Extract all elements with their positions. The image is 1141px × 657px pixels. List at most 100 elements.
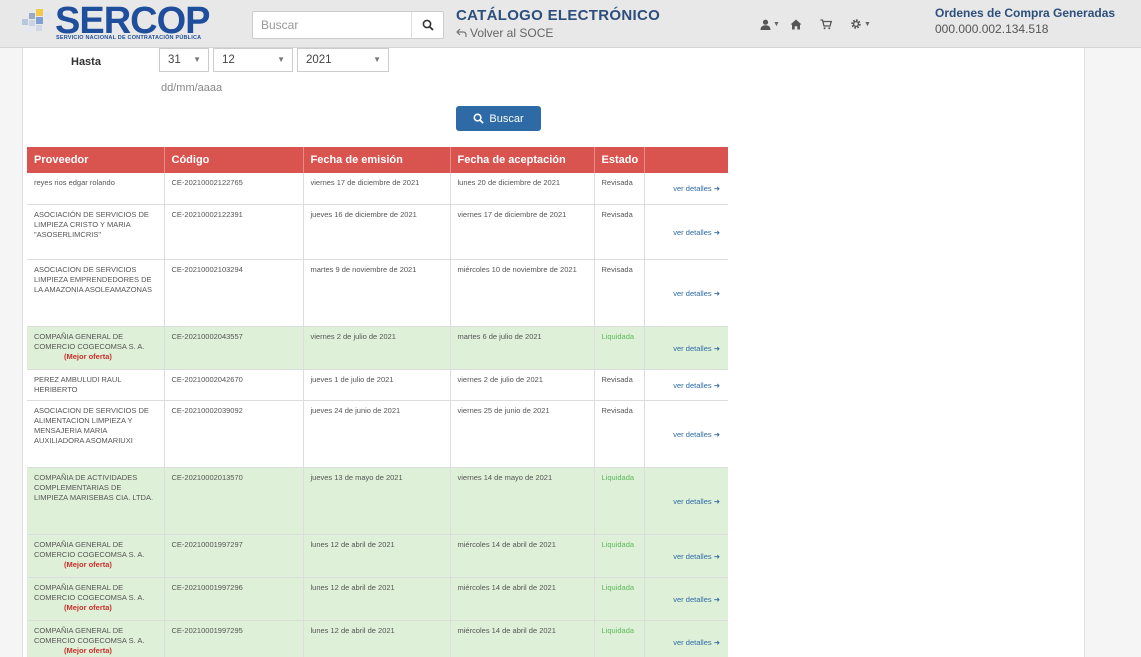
table-row[interactable]: PEREZ AMBULUDI RAUL HERIBERTO CE-20210002… — [27, 369, 728, 401]
cell-estado: Liquidada — [594, 534, 645, 578]
search-input[interactable] — [253, 12, 411, 38]
ver-detalles-link[interactable]: ver detalles ➜ — [673, 595, 720, 604]
cell-codigo: CE-20210002013570 — [164, 467, 304, 535]
cell-estado-text: Liquidada — [601, 472, 635, 482]
col-header-proveedor[interactable]: Proveedor — [27, 147, 165, 173]
day-select[interactable]: 31 ▼ — [159, 48, 209, 72]
cell-estado: Revisada — [594, 173, 645, 205]
cell-codigo: CE-20210002122391 — [164, 204, 304, 260]
table-row[interactable]: COMPAÑIA GENERAL DE COMERCIO COGECOMSA S… — [27, 577, 728, 621]
buscar-button[interactable]: Buscar — [456, 106, 541, 131]
cell-codigo-text: CE-20210001997296 — [171, 582, 243, 592]
col-header-estado[interactable]: Estado — [594, 147, 645, 173]
table-row[interactable]: COMPAÑIA GENERAL DE COMERCIO COGECOMSA S… — [27, 534, 728, 578]
cell-aceptacion: viernes 2 de julio de 2021 — [450, 369, 595, 401]
home-link[interactable] — [790, 13, 820, 35]
cell-codigo-text: CE-20210002122391 — [171, 209, 243, 219]
orders-counter: Ordenes de Compra Generadas 000.000.002.… — [935, 6, 1115, 36]
cell-aceptacion-text: miércoles 14 de abril de 2021 — [457, 582, 556, 592]
cell-codigo-text: CE-20210002103294 — [171, 264, 243, 274]
header-nav: ▼ ▼ — [760, 13, 880, 35]
year-select[interactable]: 2021 ▼ — [297, 48, 389, 72]
ver-detalles-link[interactable]: ver detalles ➜ — [673, 381, 720, 390]
ver-detalles-link[interactable]: ver detalles ➜ — [673, 430, 720, 439]
cell-actions: ver detalles ➜ — [644, 326, 728, 370]
cell-proveedor: COMPAÑIA GENERAL DE COMERCIO COGECOMSA S… — [27, 534, 165, 578]
ver-detalles-link[interactable]: ver detalles ➜ — [673, 184, 720, 193]
ver-detalles-link[interactable]: ver detalles ➜ — [673, 552, 720, 561]
cell-estado-text: Liquidada — [601, 539, 635, 549]
ver-detalles-link[interactable]: ver detalles ➜ — [673, 638, 720, 647]
table-row[interactable]: COMPAÑIA DE ACTIVIDADES COMPLEMENTARIAS … — [27, 467, 728, 535]
back-link-label: Volver al SOCE — [470, 26, 554, 40]
cell-aceptacion: miércoles 14 de abril de 2021 — [450, 620, 595, 657]
user-icon — [760, 19, 771, 30]
cell-emision: lunes 12 de abril de 2021 — [303, 534, 451, 578]
logo-mark-icon — [22, 9, 52, 37]
cell-emision: lunes 12 de abril de 2021 — [303, 620, 451, 657]
table-row[interactable]: ASOCIACIÓN DE SERVICIOS DE LIMPIEZA CRIS… — [27, 204, 728, 260]
cell-codigo-text: CE-20210002122765 — [171, 178, 243, 187]
ver-detalles-label: ver detalles — [673, 637, 712, 647]
cell-aceptacion-text: miércoles 10 de noviembre de 2021 — [457, 264, 577, 274]
ver-detalles-link[interactable]: ver detalles ➜ — [673, 289, 720, 298]
col-header-codigo[interactable]: Código — [164, 147, 304, 173]
back-to-soce-link[interactable]: Volver al SOCE — [456, 26, 660, 40]
cell-proveedor-text: PEREZ AMBULUDI RAUL HERIBERTO — [34, 374, 122, 394]
settings-menu[interactable]: ▼ — [850, 13, 880, 35]
chevron-down-icon: ▼ — [773, 20, 780, 28]
cell-actions: ver detalles ➜ — [644, 577, 728, 621]
search-button[interactable] — [411, 12, 443, 38]
top-header: SERCOP SERVICIO NACIONAL DE CONTRATACIÓN… — [0, 0, 1141, 48]
arrow-right-icon: ➜ — [711, 343, 720, 353]
cell-emision-text: viernes 17 de diciembre de 2021 — [310, 178, 420, 187]
ver-detalles-link[interactable]: ver detalles ➜ — [673, 228, 720, 237]
table-row[interactable]: reyes rios edgar rolando CE-2021000212276… — [27, 173, 728, 205]
table-row[interactable]: ASOCIACION DE SERVICIOS LIMPIEZA EMPREND… — [27, 259, 728, 327]
best-offer-badge: (Mejor oferta) — [64, 559, 112, 569]
cell-proveedor-text: reyes rios edgar rolando — [34, 178, 115, 187]
cell-estado: Liquidada — [594, 577, 645, 621]
ver-detalles-link[interactable]: ver detalles ➜ — [673, 344, 720, 353]
cell-aceptacion-text: miércoles 14 de abril de 2021 — [457, 539, 556, 549]
cell-actions: ver detalles ➜ — [644, 369, 728, 401]
ver-detalles-label: ver detalles — [673, 551, 712, 561]
cell-codigo-text: CE-20210002013570 — [171, 472, 243, 482]
cell-estado: Liquidada — [594, 326, 645, 370]
table-row[interactable]: COMPAÑIA GENERAL DE COMERCIO COGECOMSA S… — [27, 326, 728, 370]
cell-aceptacion: lunes 20 de diciembre de 2021 — [450, 173, 595, 205]
sercop-logo[interactable]: SERCOP SERVICIO NACIONAL DE CONTRATACIÓN… — [22, 1, 244, 45]
search-icon — [422, 19, 434, 31]
cell-proveedor: COMPAÑIA DE ACTIVIDADES COMPLEMENTARIAS … — [27, 467, 165, 535]
cell-proveedor: COMPAÑIA GENERAL DE COMERCIO COGECOMSA S… — [27, 326, 165, 370]
cell-proveedor-text: COMPAÑIA GENERAL DE COMERCIO COGECOMSA S… — [34, 582, 145, 602]
cell-codigo-text: CE-20210001997297 — [171, 539, 243, 549]
table-row[interactable]: ASOCIACION DE SERVICIOS DE ALIMENTACION … — [27, 400, 728, 468]
ver-detalles-label: ver detalles — [673, 380, 712, 390]
cell-proveedor: PEREZ AMBULUDI RAUL HERIBERTO — [27, 369, 165, 401]
user-menu[interactable]: ▼ — [760, 13, 790, 35]
search-icon — [473, 113, 485, 124]
cell-actions: ver detalles ➜ — [644, 204, 728, 260]
cell-emision: jueves 24 de junio de 2021 — [303, 400, 451, 468]
ver-detalles-label: ver detalles — [673, 184, 712, 194]
cell-codigo-text: CE-20210002042670 — [171, 374, 243, 384]
ver-detalles-link[interactable]: ver detalles ➜ — [673, 497, 720, 506]
cell-emision: viernes 17 de diciembre de 2021 — [303, 173, 451, 205]
col-header-aceptacion[interactable]: Fecha de aceptación — [450, 147, 595, 173]
cell-aceptacion: miércoles 14 de abril de 2021 — [450, 577, 595, 621]
orders-number: 000.000.002.134.518 — [935, 22, 1049, 36]
cell-actions: ver detalles ➜ — [644, 467, 728, 535]
cell-codigo: CE-20210002122765 — [164, 173, 304, 205]
cell-estado: Revisada — [594, 204, 645, 260]
month-select[interactable]: 12 ▼ — [213, 48, 293, 72]
table-row[interactable]: COMPAÑIA GENERAL DE COMERCIO COGECOMSA S… — [27, 620, 728, 657]
cell-estado-text: Liquidada — [601, 625, 635, 635]
cart-link[interactable] — [820, 13, 850, 35]
cell-proveedor: ASOCIACION DE SERVICIOS LIMPIEZA EMPREND… — [27, 259, 165, 327]
cell-aceptacion-text: viernes 2 de julio de 2021 — [457, 374, 543, 384]
cell-emision-text: jueves 24 de junio de 2021 — [310, 405, 401, 415]
col-header-emision[interactable]: Fecha de emisión — [303, 147, 451, 173]
arrow-right-icon: ➜ — [711, 429, 720, 439]
col-header-actions — [644, 147, 728, 173]
